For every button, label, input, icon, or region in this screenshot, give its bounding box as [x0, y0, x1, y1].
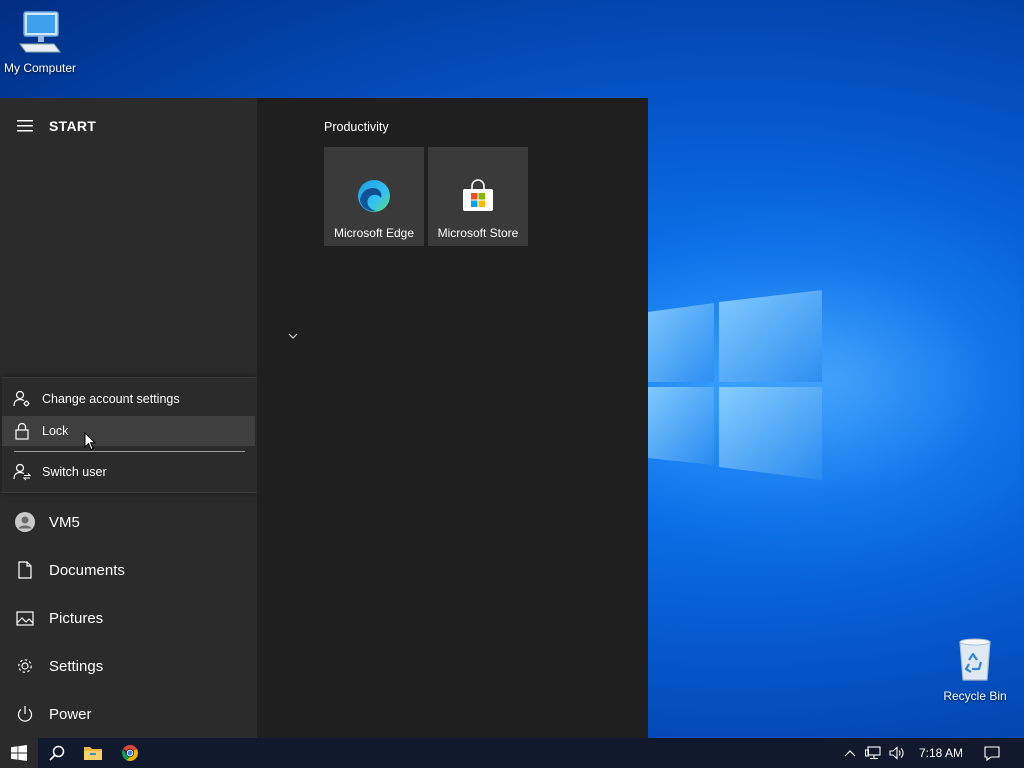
desktop-icon-label: Recycle Bin — [943, 689, 1007, 703]
store-icon — [463, 179, 493, 211]
pictures-button[interactable]: Pictures — [0, 598, 257, 638]
lock-item[interactable]: Lock — [2, 416, 255, 446]
windows-wallpaper-logo — [648, 290, 822, 480]
start-tiles-pane: Productivity Microsoft Edge Microsoft St… — [257, 98, 648, 738]
account-flyout: Change account settings Lock Switch user — [2, 377, 257, 493]
tile-label: Microsoft Store — [437, 226, 519, 240]
chevron-down-icon[interactable] — [287, 332, 299, 340]
mouse-cursor — [84, 432, 96, 451]
start-title: START — [49, 118, 97, 134]
start-button[interactable] — [0, 738, 38, 768]
desktop-icon-recycle-bin[interactable]: Recycle Bin — [935, 636, 1015, 703]
taskbar: 7:18 AM — [0, 738, 1024, 768]
taskbar-clock[interactable]: 7:18 AM — [912, 738, 970, 768]
flyout-item-label: Switch user — [42, 465, 107, 479]
tile-microsoft-edge[interactable]: Microsoft Edge — [324, 147, 424, 246]
power-label: Power — [49, 705, 92, 723]
switch-user-icon — [2, 463, 42, 481]
start-left-pane: START Change account settings Lock Switc… — [0, 98, 257, 738]
tile-label: Microsoft Edge — [333, 226, 415, 240]
recycle-bin-icon — [959, 638, 991, 681]
settings-label: Settings — [49, 657, 104, 675]
chevron-up-icon — [844, 750, 856, 757]
flyout-item-label: Change account settings — [42, 392, 180, 406]
pictures-label: Pictures — [49, 609, 104, 627]
windows-start-icon — [11, 745, 27, 761]
hamburger-menu-button[interactable] — [0, 120, 49, 132]
tile-microsoft-store[interactable]: Microsoft Store — [428, 147, 528, 246]
gear-icon — [17, 659, 32, 673]
user-account-button[interactable]: VM5 — [0, 502, 257, 542]
desktop-icon-my-computer[interactable]: My Computer — [0, 8, 80, 75]
file-explorer-button[interactable] — [74, 738, 112, 768]
avatar — [14, 512, 35, 532]
search-button[interactable] — [38, 738, 76, 768]
show-hidden-icons-button[interactable] — [840, 738, 860, 768]
action-center-icon — [984, 745, 1000, 761]
volume-icon — [889, 746, 904, 760]
network-icon — [865, 746, 881, 760]
action-center-button[interactable] — [978, 738, 1006, 768]
tile-group-title[interactable]: Productivity — [324, 120, 389, 134]
flyout-item-label: Lock — [42, 424, 69, 438]
computer-icon — [19, 11, 61, 53]
user-name: VM5 — [49, 513, 80, 531]
settings-button[interactable]: Settings — [0, 646, 257, 686]
documents-label: Documents — [49, 561, 125, 579]
desktop-icon-label: My Computer — [3, 61, 77, 75]
chrome-button[interactable] — [111, 738, 149, 768]
account-settings-icon — [2, 390, 42, 408]
document-icon — [17, 561, 32, 579]
flyout-divider — [14, 451, 245, 452]
lock-icon — [2, 422, 42, 440]
start-header: START — [0, 112, 257, 140]
search-icon — [49, 745, 65, 761]
switch-user-item[interactable]: Switch user — [2, 457, 255, 487]
documents-button[interactable]: Documents — [0, 550, 257, 590]
hamburger-icon — [16, 120, 33, 132]
pictures-icon — [15, 610, 34, 626]
power-button[interactable]: Power — [0, 694, 257, 734]
network-button[interactable] — [862, 738, 884, 768]
power-icon — [17, 706, 32, 722]
chrome-icon — [122, 745, 138, 761]
edge-icon — [358, 180, 390, 212]
change-account-settings-item[interactable]: Change account settings — [2, 384, 255, 414]
start-menu: START Change account settings Lock Switc… — [0, 98, 648, 738]
volume-button[interactable] — [886, 738, 908, 768]
file-explorer-icon — [84, 747, 102, 760]
